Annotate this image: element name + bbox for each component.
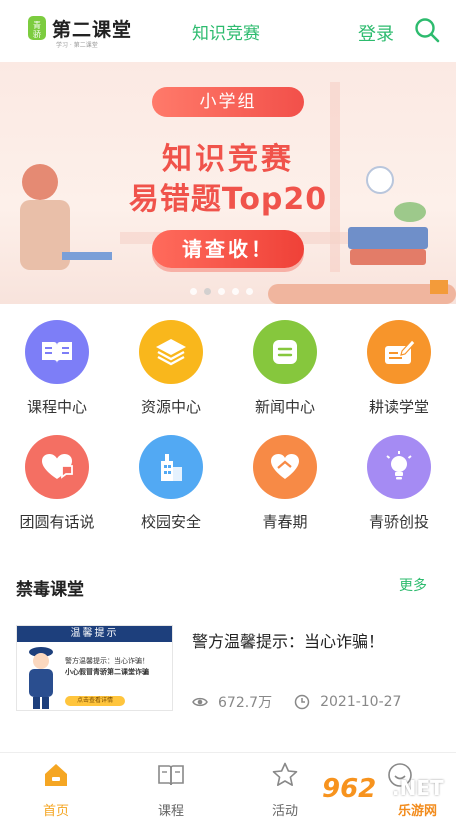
- home-icon: [45, 764, 67, 786]
- tab-label: 活动: [271, 804, 298, 819]
- svg-text:青: 青: [33, 20, 41, 30]
- news-thumbnail: 温馨提示 警方温馨提示：当心诈骗！ 小心假冒青骄第二课堂诈骗 点击查看详情: [16, 625, 173, 711]
- thumbnail-header: 温馨提示: [17, 626, 172, 642]
- carousel-dot[interactable]: [204, 288, 211, 295]
- logo-text: 第二课堂: [52, 18, 133, 41]
- tab-home[interactable]: 首页: [16, 761, 96, 819]
- svg-text:骄: 骄: [33, 30, 41, 39]
- grid-item-farming-reading[interactable]: 耕读学堂: [342, 320, 456, 417]
- grid-icon-bg: [367, 435, 431, 499]
- logo-badge-icon: 青 骄: [28, 16, 46, 40]
- news-title[interactable]: 警方温馨提示：当心诈骗！: [192, 628, 384, 652]
- view-count: 672.7万: [218, 695, 273, 711]
- tab-label: 课程: [157, 804, 184, 819]
- tab-activities[interactable]: 活动: [245, 761, 325, 819]
- thumbnail-text-2: 小心假冒青骄第二课堂诈骗: [65, 668, 149, 676]
- top-header: 青 骄 第二课堂 学习 · 第二课堂 知识竞赛 登录: [0, 0, 456, 62]
- watermark-name: 乐游网: [398, 804, 438, 819]
- thumbnail-text-1: 警方温馨提示：当心诈骗！: [65, 657, 149, 665]
- pen-card-icon: [385, 339, 416, 364]
- grid-label: 校园安全: [140, 513, 201, 531]
- carousel-dot[interactable]: [232, 288, 239, 295]
- tab-courses[interactable]: 课程: [131, 761, 211, 819]
- promo-banner[interactable]: 小学组 知识竞赛 易错题Top20 请查收！: [0, 62, 456, 304]
- grid-icon-bg: [25, 435, 89, 499]
- layers-icon: [156, 339, 186, 366]
- clock-icon: [294, 694, 310, 710]
- section-title: 禁毒课堂: [16, 580, 84, 600]
- grid-icon-bg: [25, 320, 89, 384]
- grid-item-qingjiao-venture[interactable]: 青骄创投: [342, 435, 456, 532]
- grid-item-reunion-talk[interactable]: 团圆有话说: [0, 435, 114, 532]
- grid-label: 资源中心: [140, 398, 201, 416]
- app-screen: 青 骄 第二课堂 学习 · 第二课堂 知识竞赛 登录 小学组 知识竞赛 易错题T…: [0, 0, 456, 822]
- grid-label: 青春期: [262, 513, 308, 531]
- carousel-dot[interactable]: [190, 288, 197, 295]
- logo-subtitle: 学习 · 第二课堂: [56, 42, 98, 49]
- banner-subtitle: 易错题Top20: [128, 182, 328, 217]
- carousel-dot[interactable]: [246, 288, 253, 295]
- thumbnail-tag: 点击查看详情: [65, 696, 125, 706]
- book-open-icon: [158, 765, 184, 786]
- grid-label: 耕读学堂: [368, 398, 429, 416]
- grid-label: 课程中心: [26, 398, 87, 416]
- news-icon: [273, 340, 297, 364]
- grid-label: 新闻中心: [254, 398, 315, 416]
- carousel-dot[interactable]: [218, 288, 225, 295]
- grid-item-course-center[interactable]: 课程中心: [0, 320, 114, 417]
- grid-label: 青骄创投: [368, 513, 429, 531]
- carousel-indicator[interactable]: [190, 288, 253, 295]
- news-item[interactable]: 温馨提示 警方温馨提示：当心诈骗！ 小心假冒青骄第二课堂诈骗 点击查看详情 警方…: [16, 625, 440, 713]
- bulb-icon: [386, 451, 412, 480]
- building-icon: [161, 454, 182, 481]
- grid-icon-bg: [139, 435, 203, 499]
- grid-icon-bg: [253, 435, 317, 499]
- publish-date: 2021-10-27: [320, 694, 402, 710]
- grid-item-adolescence[interactable]: 青春期: [228, 435, 342, 532]
- eye-icon: [192, 697, 208, 707]
- hands-heart-icon: [271, 454, 299, 479]
- banner-group-pill: 小学组: [152, 87, 304, 117]
- grid-icon-bg: [139, 320, 203, 384]
- more-link[interactable]: 更多: [399, 575, 427, 595]
- news-meta: 672.7万 2021-10-27: [192, 692, 401, 712]
- search-icon[interactable]: [414, 17, 440, 43]
- banner-cta-button[interactable]: 请查收！: [152, 230, 304, 268]
- watermark-domain: .NET: [392, 776, 444, 800]
- police-figure-icon: [29, 647, 53, 709]
- grid-item-campus-safety[interactable]: 校园安全: [114, 435, 228, 532]
- site-watermark: 962 .NET 乐游网: [316, 774, 450, 819]
- app-logo[interactable]: 青 骄 第二课堂 学习 · 第二课堂: [26, 12, 133, 49]
- grid-item-news-center[interactable]: 新闻中心: [228, 320, 342, 417]
- heart-chat-icon: [42, 454, 73, 479]
- login-button[interactable]: 登录: [358, 20, 394, 46]
- watermark-number: 962: [322, 774, 377, 804]
- banner-title: 知识竞赛: [162, 142, 294, 177]
- grid-item-resource-center[interactable]: 资源中心: [114, 320, 228, 417]
- grid-label: 团圆有话说: [19, 513, 95, 531]
- grid-icon-bg: [367, 320, 431, 384]
- tab-label: 首页: [42, 804, 69, 819]
- header-title[interactable]: 知识竞赛: [192, 19, 260, 44]
- grid-icon-bg: [253, 320, 317, 384]
- book-icon: [42, 342, 72, 363]
- star-icon: [272, 762, 298, 786]
